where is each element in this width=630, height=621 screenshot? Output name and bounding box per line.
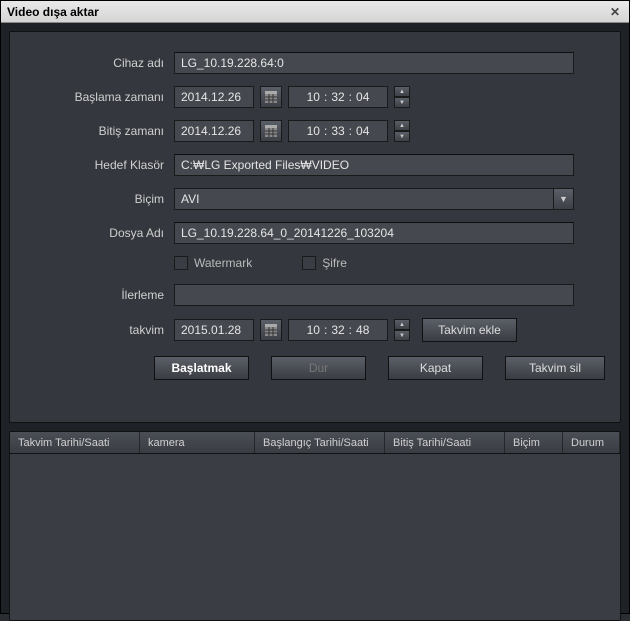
filename-label: Dosya Adı — [24, 226, 174, 240]
col-schedule-datetime[interactable]: Takvim Tarihi/Saati — [10, 432, 140, 453]
start-time-spinner[interactable]: ▲ ▼ — [394, 86, 410, 108]
spinner-down-icon[interactable]: ▼ — [394, 97, 410, 108]
spinner-down-icon[interactable]: ▼ — [394, 131, 410, 142]
start-date-calendar-button[interactable] — [260, 86, 282, 108]
titlebar: Video dışa aktar ✕ — [1, 1, 629, 23]
start-time-label: Başlama zamanı — [24, 90, 174, 104]
device-input[interactable] — [174, 52, 574, 74]
calendar-icon — [265, 91, 277, 103]
calendar-icon — [265, 324, 277, 336]
schedule-time-spinner[interactable]: ▲ ▼ — [394, 319, 410, 341]
add-schedule-button[interactable]: Takvim ekle — [422, 318, 517, 342]
end-date-calendar-button[interactable] — [260, 120, 282, 142]
close-icon[interactable]: ✕ — [607, 4, 623, 20]
end-date-input[interactable] — [174, 120, 254, 142]
stop-button[interactable]: Dur — [271, 356, 366, 380]
target-folder-input[interactable] — [174, 154, 574, 176]
spinner-up-icon[interactable]: ▲ — [394, 86, 410, 97]
col-end-datetime[interactable]: Bitiş Tarihi/Saati — [385, 432, 505, 453]
progress-bar — [174, 284, 574, 306]
schedule-table: Takvim Tarihi/Saati kamera Başlangıç Tar… — [9, 431, 621, 621]
spinner-up-icon[interactable]: ▲ — [394, 120, 410, 131]
end-time-input[interactable]: 10 : 33 : 04 — [288, 120, 388, 142]
spinner-down-icon[interactable]: ▼ — [394, 330, 410, 341]
table-body — [10, 454, 620, 621]
end-time-label: Bitiş zamanı — [24, 124, 174, 138]
start-time-input[interactable]: 10 : 32 : 04 — [288, 86, 388, 108]
col-format[interactable]: Biçim — [505, 432, 563, 453]
start-date-input[interactable] — [174, 86, 254, 108]
progress-label: İlerleme — [24, 288, 174, 302]
password-label: Şifre — [322, 256, 347, 270]
start-button[interactable]: Başlatmak — [154, 356, 249, 380]
export-video-dialog: Video dışa aktar ✕ Cihaz adı Başlama zam… — [0, 0, 630, 614]
end-time-spinner[interactable]: ▲ ▼ — [394, 120, 410, 142]
delete-schedule-button[interactable]: Takvim sil — [505, 356, 605, 380]
schedule-label: takvim — [24, 323, 174, 337]
schedule-calendar-button[interactable] — [260, 319, 282, 341]
password-checkbox[interactable] — [302, 256, 316, 270]
table-header: Takvim Tarihi/Saati kamera Başlangıç Tar… — [10, 432, 620, 454]
filename-input[interactable] — [174, 222, 574, 244]
col-camera[interactable]: kamera — [140, 432, 255, 453]
col-status[interactable]: Durum — [563, 432, 620, 453]
schedule-time-input[interactable]: 10 : 32 : 48 — [288, 319, 388, 341]
watermark-checkbox[interactable] — [174, 256, 188, 270]
spinner-up-icon[interactable]: ▲ — [394, 319, 410, 330]
calendar-icon — [265, 125, 277, 137]
form-panel: Cihaz adı Başlama zamanı 10 : 32 : 04 — [9, 31, 621, 423]
schedule-date-input[interactable] — [174, 319, 254, 341]
target-folder-label: Hedef Klasör — [24, 158, 174, 172]
device-label: Cihaz adı — [24, 56, 174, 70]
col-start-datetime[interactable]: Başlangıç Tarihi/Saati — [255, 432, 385, 453]
close-button[interactable]: Kapat — [388, 356, 483, 380]
format-value: AVI — [181, 192, 199, 206]
format-select[interactable]: AVI ▼ — [174, 188, 574, 210]
chevron-down-icon: ▼ — [553, 189, 573, 209]
window-title: Video dışa aktar — [7, 5, 99, 19]
watermark-label: Watermark — [194, 256, 252, 270]
format-label: Biçim — [24, 192, 174, 206]
